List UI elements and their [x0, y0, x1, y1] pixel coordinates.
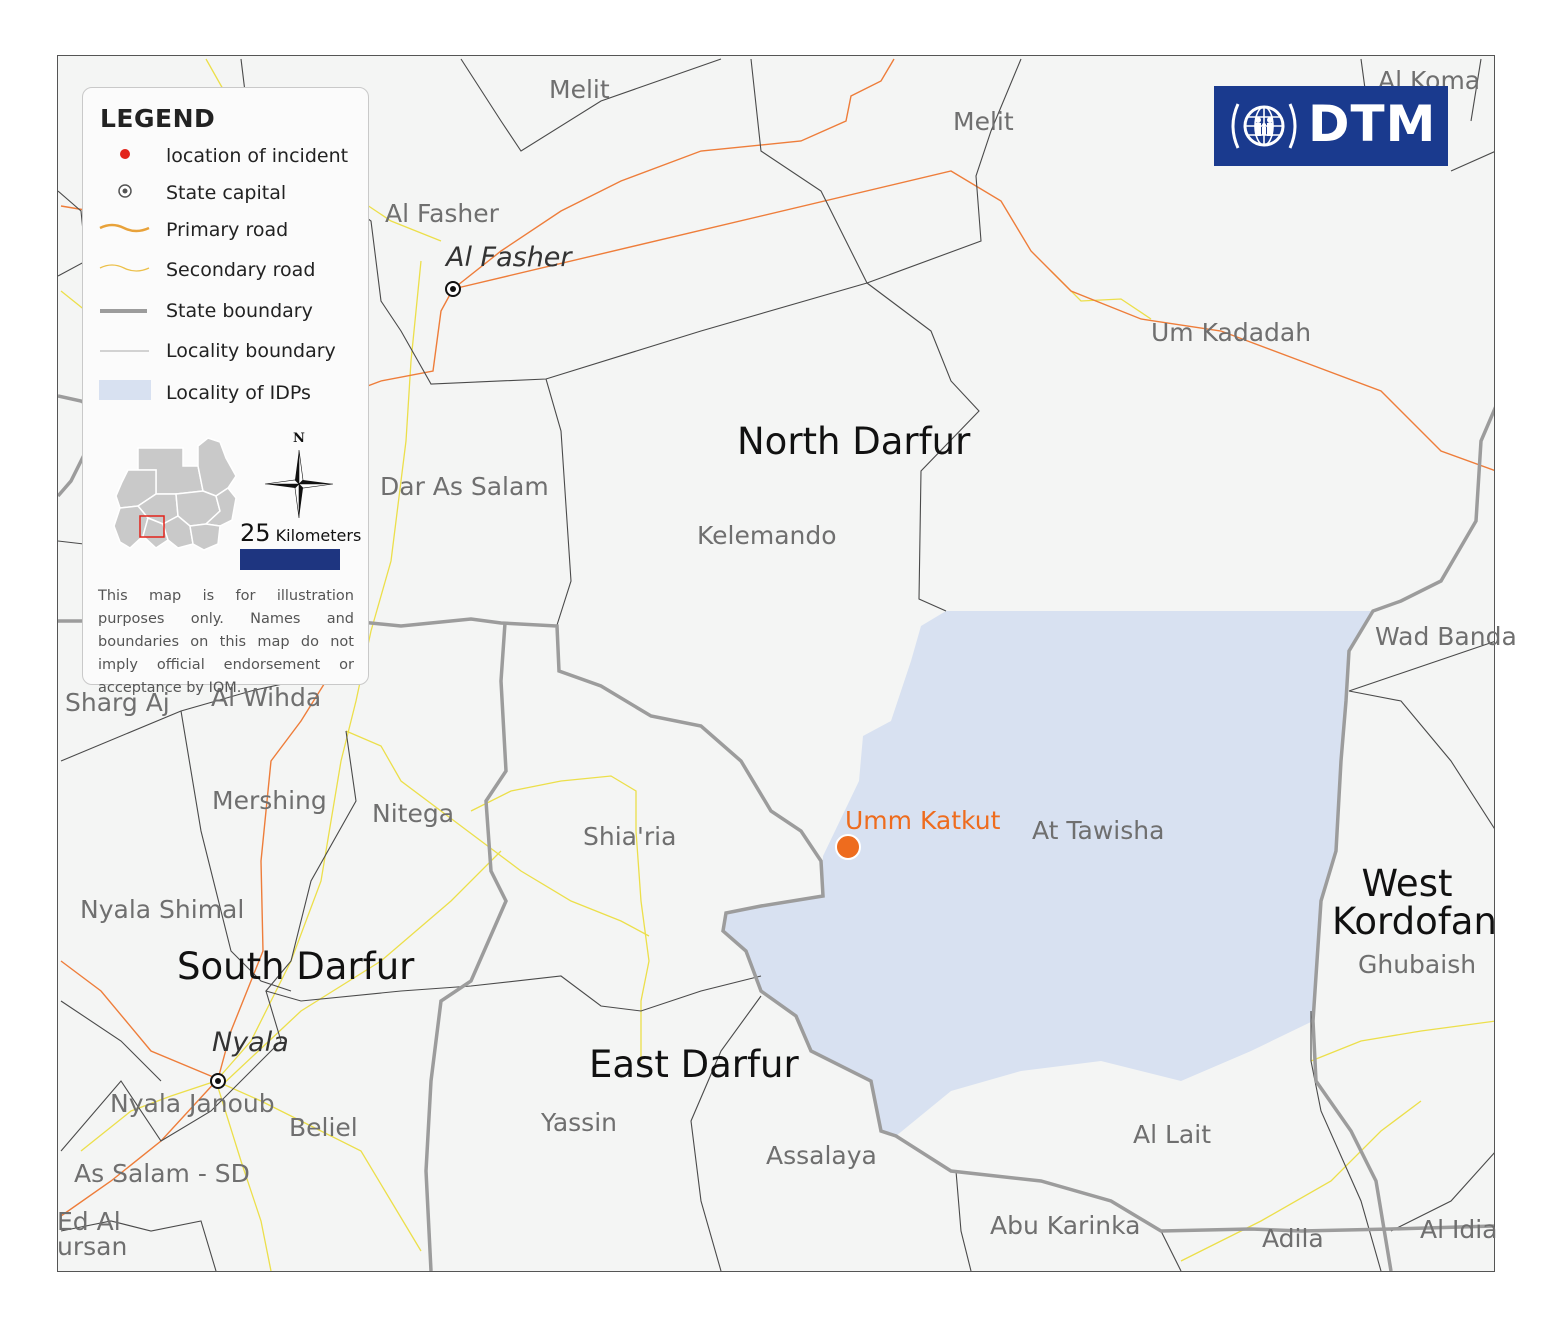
idp-locality-swatch [99, 380, 151, 400]
locality-label: Wad Banda [1375, 622, 1517, 651]
locality-label: Al Fasher [385, 199, 499, 228]
locality-label: Abu Karinka [990, 1211, 1141, 1240]
state-boundary-line [100, 309, 147, 313]
locality-label: Nyala Shimal [80, 895, 245, 924]
state-label-east-darfur: East Darfur [589, 1043, 799, 1086]
scale-unit: Kilometers [275, 526, 362, 545]
scale-value: 25 [240, 519, 271, 547]
secondary-road-line [99, 264, 150, 272]
primary-road-line [99, 223, 150, 233]
sudan-inset-map [113, 437, 237, 551]
capital-label-nyala: Nyala [212, 1027, 289, 1058]
locality-label: Um Kadadah [1151, 318, 1312, 347]
legend-item: State capital [83, 177, 363, 207]
dtm-logo: DTM [1214, 86, 1448, 166]
locality-label: Melit [549, 75, 610, 104]
legend-item: State boundary [83, 295, 363, 325]
locality-boundary-line [100, 350, 149, 352]
locality-label: Ghubaish [1358, 950, 1477, 979]
locality-label: Adila [1262, 1224, 1324, 1253]
state-capital-icon [118, 184, 132, 198]
legend-label: Secondary road [166, 259, 316, 281]
locality-label: Beliel [289, 1113, 358, 1142]
locality-label: ursan [57, 1232, 128, 1261]
locality-label: Shia'ria [583, 822, 677, 851]
locality-label: Nyala Janoub [110, 1089, 275, 1118]
legend-title: LEGEND [100, 104, 216, 133]
locality-label: As Salam - SD [74, 1159, 250, 1188]
capital-label-al-fasher: Al Fasher [446, 242, 572, 273]
north-arrow-icon [264, 449, 334, 519]
dtm-logo-text: DTM [1308, 95, 1437, 153]
locality-label: Nitega [372, 799, 455, 828]
state-label-south-darfur: South Darfur [177, 945, 415, 988]
legend-item: Locality boundary [83, 335, 363, 365]
legend-label: Primary road [166, 219, 289, 241]
locality-label: Dar As Salam [380, 472, 549, 501]
locality-label: Melit [953, 107, 1014, 136]
legend-item: Locality of IDPs [83, 377, 363, 407]
north-label: N [293, 431, 305, 446]
locality-label: Ed Al [57, 1207, 121, 1236]
state-label-west-kordofan: West Kordofan [1332, 862, 1497, 943]
scale-label: 25 Kilometers [240, 519, 361, 547]
legend-label: Locality of IDPs [166, 382, 311, 404]
legend-item: Secondary road [83, 254, 363, 284]
disclaimer-text: This map is for illustration purposes on… [98, 588, 354, 696]
locality-label: Mershing [212, 786, 327, 815]
state-label-north-darfur: North Darfur [737, 420, 971, 463]
locality-label: Kelemando [697, 521, 837, 550]
legend-label: State boundary [166, 300, 313, 322]
incident-marker[interactable] [835, 834, 861, 860]
legend-label: State capital [166, 182, 287, 204]
legend-label: location of incident [166, 145, 349, 167]
locality-label: Assalaya [766, 1141, 877, 1170]
locality-label: At Tawisha [1032, 816, 1165, 845]
locality-label: Al Lait [1133, 1120, 1211, 1149]
legend-panel: LEGEND location of incident State capita… [82, 87, 369, 696]
legend-label: Locality boundary [166, 340, 336, 362]
legend-item: Primary road [83, 214, 363, 244]
scale-bar [240, 549, 340, 570]
locality-label: Yassin [541, 1108, 617, 1137]
capital-al-fasher[interactable] [445, 281, 461, 297]
capital-nyala[interactable] [210, 1073, 226, 1089]
red-dot-icon [120, 149, 130, 159]
iom-globe-icon [1231, 103, 1297, 149]
locality-label: Al Idia [1420, 1215, 1498, 1244]
incident-label: Umm Katkut [845, 806, 1001, 835]
legend-item: location of incident [83, 140, 363, 170]
